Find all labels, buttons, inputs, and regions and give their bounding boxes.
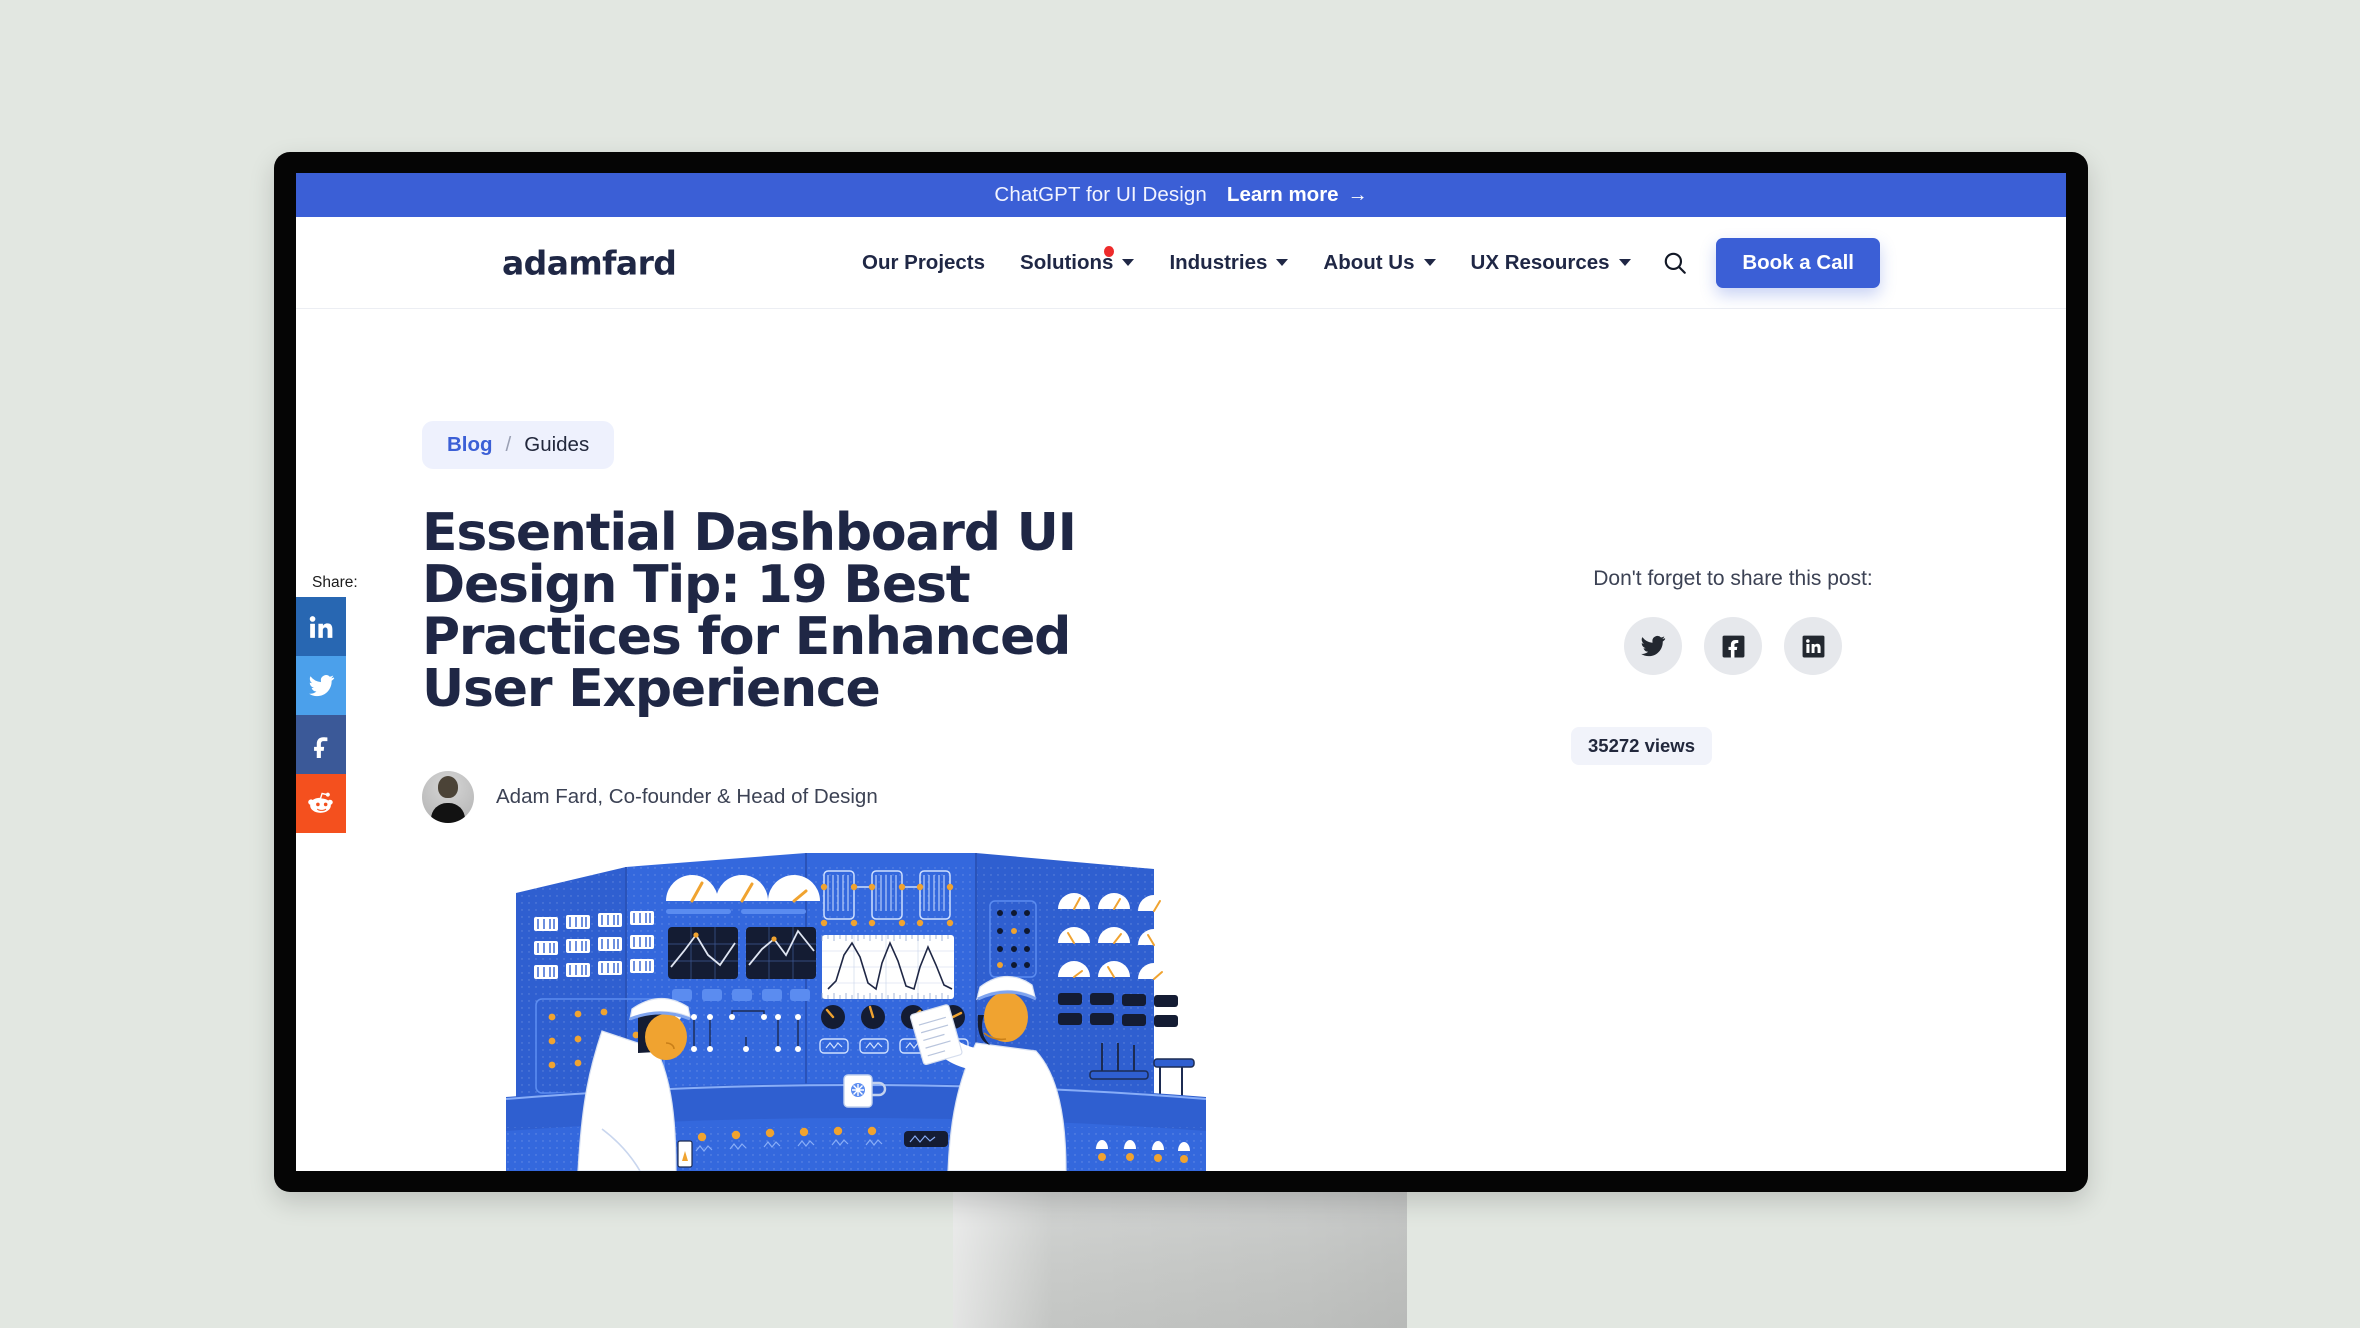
reddit-icon [307, 792, 333, 813]
share-reddit-button[interactable] [296, 774, 346, 833]
post-share-twitter-button[interactable] [1624, 617, 1682, 675]
brand-logo[interactable]: adamfard [502, 243, 677, 282]
post-share-facebook-button[interactable] [1704, 617, 1762, 675]
primary-nav: Our Projects Solutions Industries About … [862, 245, 1631, 275]
arrow-right-icon: → [1347, 184, 1368, 206]
nav-label: Industries [1169, 250, 1268, 274]
promo-banner-text: ChatGPT for UI Design [994, 183, 1207, 206]
breadcrumb-current[interactable]: Guides [524, 433, 589, 457]
share-rail-label: Share: [312, 574, 358, 591]
nav-item-our-projects[interactable]: Our Projects [862, 251, 985, 275]
author-row: Adam Fard, Co-founder & Head of Design [422, 771, 1182, 823]
chevron-down-icon [1276, 259, 1289, 266]
share-twitter-button[interactable] [296, 656, 346, 715]
page-title: Essential Dashboard UI Design Tip: 19 Be… [422, 503, 1077, 719]
floating-share-rail: Share: [296, 574, 358, 833]
promo-learn-more-link[interactable]: Learn more → [1227, 183, 1368, 207]
chevron-down-icon [1618, 259, 1631, 266]
monitor-stand [953, 1190, 1407, 1328]
twitter-icon [308, 675, 334, 697]
browser-viewport: ChatGPT for UI Design Learn more → adamf… [296, 173, 2066, 1171]
nav-item-about-us[interactable]: About Us [1323, 250, 1436, 275]
site-header: adamfard Our Projects Solutions Industri… [296, 217, 2066, 309]
article-column: Blog / Guides Essential Dashboard UI Des… [422, 421, 1182, 823]
breadcrumb-blog-link[interactable]: Blog [447, 433, 493, 457]
post-share-block: Don't forget to share this post: [1543, 567, 1923, 675]
breadcrumb: Blog / Guides [422, 421, 615, 469]
post-share-linkedin-button[interactable] [1784, 617, 1842, 675]
post-share-icons [1543, 617, 1923, 675]
control-room-illustration [506, 831, 1206, 1171]
nav-label: UX Resources [1470, 250, 1610, 274]
search-icon[interactable] [1660, 248, 1690, 278]
nav-item-solutions[interactable]: Solutions [1020, 245, 1135, 275]
nav-label: About Us [1323, 250, 1415, 274]
post-share-title: Don't forget to share this post: [1593, 567, 1873, 590]
nav-item-industries[interactable]: Industries [1169, 250, 1289, 275]
nav-label: Our Projects [862, 250, 986, 274]
chevron-down-icon [1423, 259, 1436, 266]
breadcrumb-separator: / [505, 433, 512, 456]
facebook-icon [1722, 635, 1744, 657]
share-linkedin-button[interactable] [296, 597, 346, 656]
monitor-bezel: ChatGPT for UI Design Learn more → adamf… [274, 152, 2088, 1192]
views-badge: 35272 views [1571, 727, 1712, 765]
facebook-icon [314, 736, 328, 758]
share-facebook-button[interactable] [296, 715, 346, 774]
control-room-illustration-svg [506, 853, 1206, 1171]
nav-item-ux-resources[interactable]: UX Resources [1471, 251, 1631, 275]
nav-label: Solutions [1020, 250, 1114, 274]
linkedin-icon [309, 615, 333, 638]
chevron-down-icon [1122, 259, 1135, 266]
linkedin-icon [1802, 635, 1824, 657]
author-name: Adam Fard, Co-founder & Head of Design [496, 785, 878, 808]
avatar [422, 771, 474, 823]
twitter-icon [1641, 635, 1666, 657]
header-actions: Book a Call [1660, 237, 1880, 288]
article-page-body: Share: Blog / Guides Essential Dashboard… [296, 309, 2066, 1171]
promo-link-label: Learn more [1226, 183, 1339, 206]
promo-banner: ChatGPT for UI Design Learn more → [296, 173, 2066, 217]
book-a-call-button[interactable]: Book a Call [1716, 237, 1880, 288]
screenshot-stage: ChatGPT for UI Design Learn more → adamf… [0, 0, 2360, 1328]
